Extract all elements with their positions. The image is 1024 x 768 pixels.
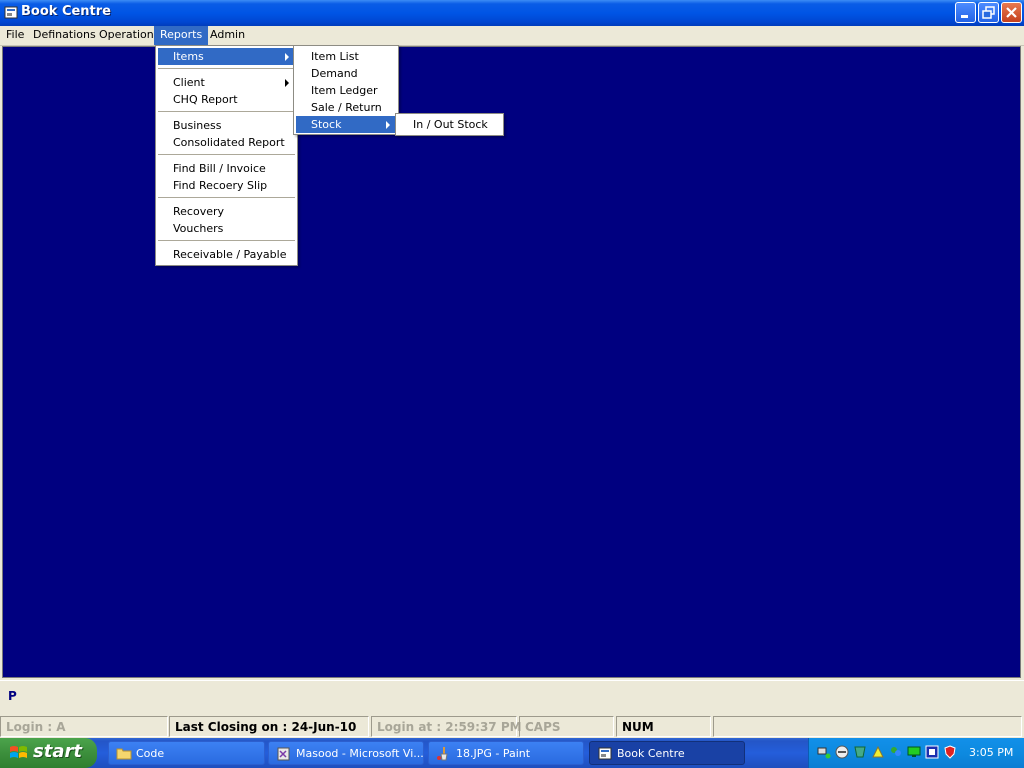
menu-item-chq-report[interactable]: CHQ Report xyxy=(158,91,295,108)
minimize-icon xyxy=(961,15,968,18)
menu-reports[interactable]: Reports xyxy=(154,26,209,45)
stock-submenu: In / Out Stock xyxy=(395,113,504,136)
menu-item-item-list[interactable]: Item List xyxy=(296,48,396,65)
submenu-arrow-icon xyxy=(285,53,289,61)
menu-item-find-bill-invoice[interactable]: Find Bill / Invoice xyxy=(158,160,295,177)
restore-icon xyxy=(982,6,995,19)
clock[interactable]: 3:05 PM xyxy=(969,746,1013,759)
menu-item-consolidated-report[interactable]: Consolidated Report xyxy=(158,134,295,151)
menu-separator xyxy=(158,111,295,112)
volume-icon[interactable] xyxy=(835,745,849,759)
task-button-book-centre[interactable]: Book Centre xyxy=(589,741,745,765)
task-label: Code xyxy=(136,747,165,760)
start-label: start xyxy=(33,741,82,762)
folder-icon xyxy=(116,748,132,760)
minimize-button[interactable] xyxy=(955,2,976,23)
reports-menu: Items Client CHQ Report Business Consoli… xyxy=(155,45,298,266)
status-login-at: Login at : 2:59:37 PM xyxy=(371,716,522,737)
menu-item-in-out-stock[interactable]: In / Out Stock xyxy=(398,116,501,133)
menu-separator xyxy=(158,68,295,69)
submenu-arrow-icon xyxy=(285,79,289,87)
menu-admin[interactable]: Admin xyxy=(204,26,251,45)
visual-studio-icon xyxy=(277,747,290,761)
close-icon xyxy=(1006,7,1017,18)
menu-item-stock[interactable]: Stock xyxy=(296,116,396,133)
menu-item-label: Items xyxy=(173,50,204,63)
title-bar[interactable]: Book Centre xyxy=(0,0,1024,26)
items-submenu: Item List Demand Item Ledger Sale / Retu… xyxy=(293,45,399,135)
task-button-visual-studio[interactable]: Masood - Microsoft Vi... xyxy=(268,741,424,765)
windows-logo-icon xyxy=(10,746,27,758)
update-icon[interactable] xyxy=(871,745,885,759)
menu-separator xyxy=(158,197,295,198)
status-caps: CAPS xyxy=(519,716,614,737)
command-prompt: P xyxy=(8,689,17,703)
menu-bar: File Definations Operation Reports Admin xyxy=(0,26,1024,46)
menu-item-item-ledger[interactable]: Item Ledger xyxy=(296,82,396,99)
menu-file[interactable]: File xyxy=(0,26,30,45)
menu-item-label: Stock xyxy=(311,118,342,131)
menu-operation[interactable]: Operation xyxy=(93,26,160,45)
task-label: 18.JPG - Paint xyxy=(456,747,531,760)
task-button-code[interactable]: Code xyxy=(108,741,265,765)
messenger-icon[interactable] xyxy=(889,745,903,759)
system-tray: 3:05 PM xyxy=(808,738,1024,768)
antivirus-shield-icon[interactable] xyxy=(943,745,957,759)
close-button[interactable] xyxy=(1001,2,1022,23)
security-icon[interactable] xyxy=(853,745,867,759)
network-icon[interactable] xyxy=(817,745,831,759)
menu-item-recovery[interactable]: Recovery xyxy=(158,203,295,220)
command-line[interactable]: P xyxy=(0,680,1024,714)
taskbar: start Code Masood - Microsoft Vi... 18.J… xyxy=(0,738,1024,768)
start-button[interactable]: start xyxy=(0,738,97,768)
app-icon xyxy=(4,6,18,19)
status-bar: Login : A Last Closing on : 24-Jun-10 Lo… xyxy=(0,714,1024,738)
monitor-icon[interactable] xyxy=(907,745,921,759)
application-icon[interactable] xyxy=(925,745,939,759)
status-last-closing: Last Closing on : 24-Jun-10 xyxy=(169,716,369,737)
menu-item-receivable-payable[interactable]: Receivable / Payable xyxy=(158,246,295,263)
menu-item-business[interactable]: Business xyxy=(158,117,295,134)
menu-item-find-recoery-slip[interactable]: Find Recoery Slip xyxy=(158,177,295,194)
window-title: Book Centre xyxy=(21,4,111,19)
status-num: NUM xyxy=(616,716,711,737)
menu-definations[interactable]: Definations xyxy=(27,26,102,45)
menu-item-sale-return[interactable]: Sale / Return xyxy=(296,99,396,116)
menu-item-label: Client xyxy=(173,76,205,89)
menu-separator xyxy=(158,240,295,241)
submenu-arrow-icon xyxy=(386,121,390,129)
app-icon xyxy=(598,747,612,760)
status-empty-panel xyxy=(713,716,1022,737)
menu-item-items[interactable]: Items xyxy=(158,48,295,65)
status-login: Login : A xyxy=(0,716,168,737)
task-label: Book Centre xyxy=(617,747,685,760)
restore-button[interactable] xyxy=(978,2,999,23)
menu-item-vouchers[interactable]: Vouchers xyxy=(158,220,295,237)
menu-item-client[interactable]: Client xyxy=(158,74,295,91)
task-button-paint[interactable]: 18.JPG - Paint xyxy=(428,741,584,765)
menu-item-demand[interactable]: Demand xyxy=(296,65,396,82)
menu-separator xyxy=(158,154,295,155)
task-label: Masood - Microsoft Vi... xyxy=(296,747,424,760)
paint-icon xyxy=(437,747,448,761)
